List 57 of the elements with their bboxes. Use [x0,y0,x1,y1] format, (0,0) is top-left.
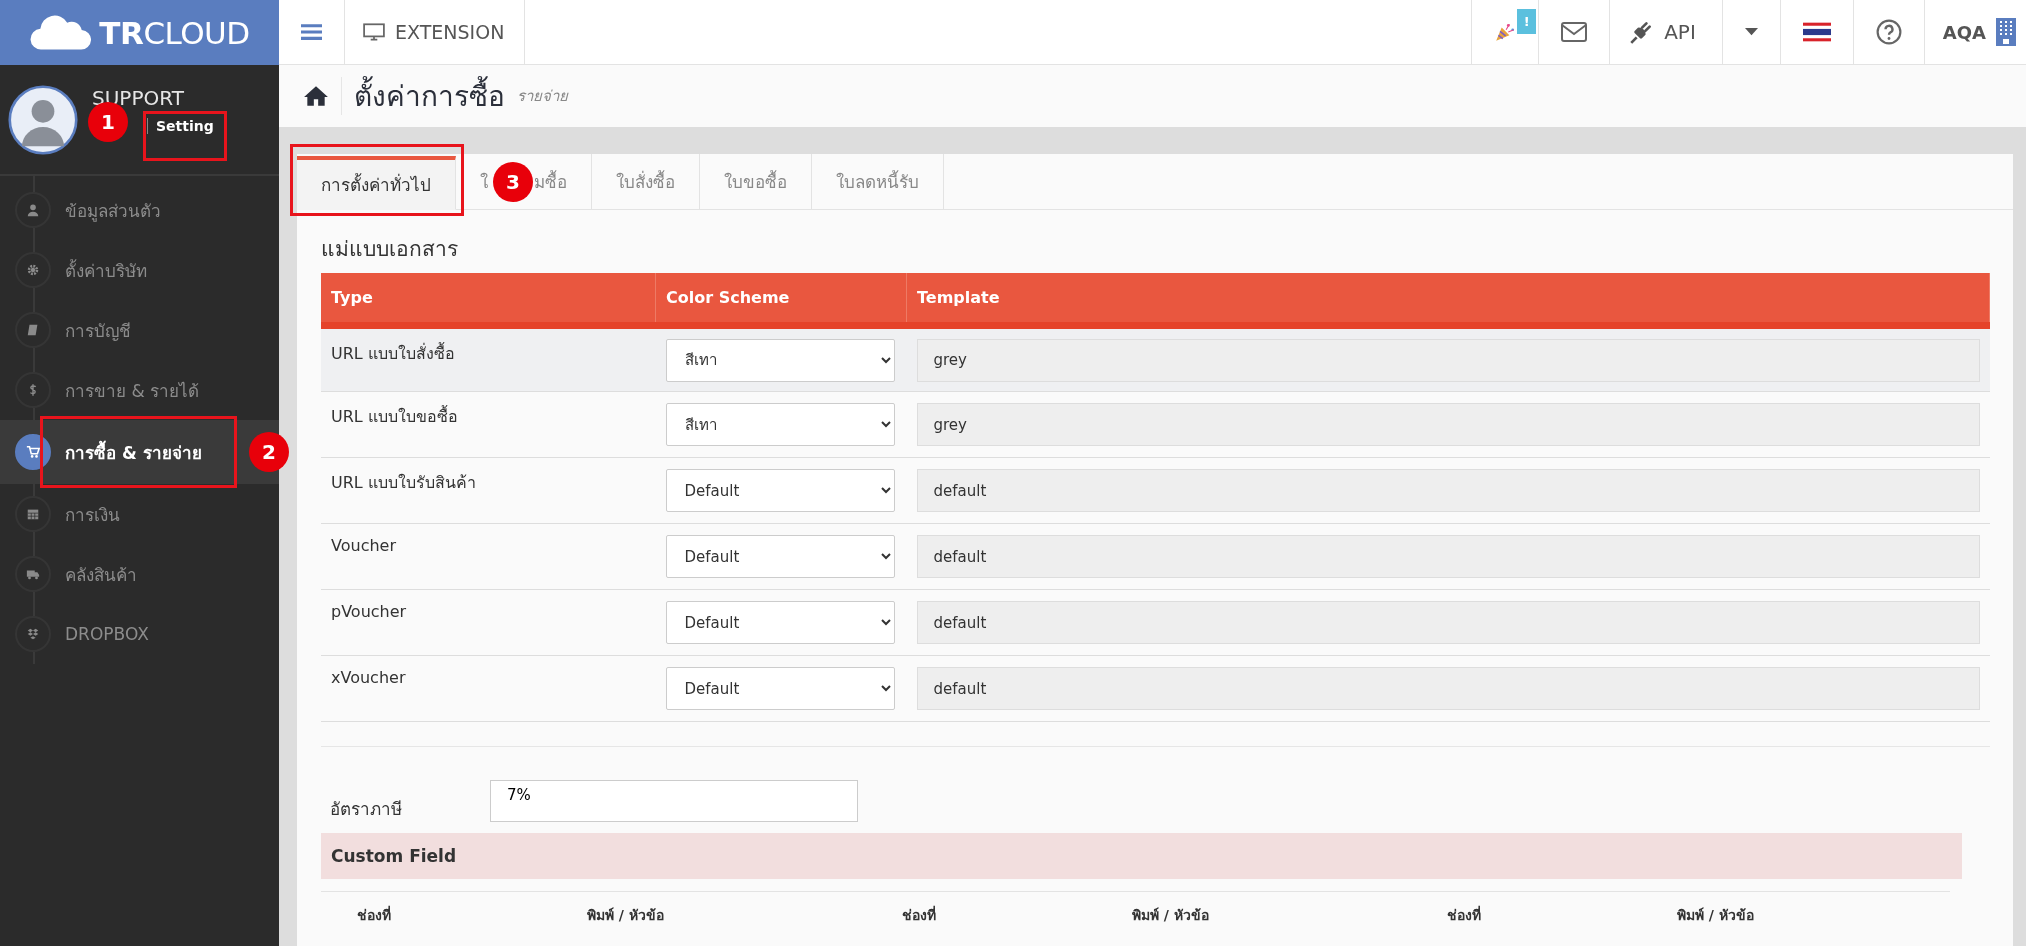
table-cell: URL แบบใบสั่งซื้อ [331,344,455,363]
menu-icon [301,23,322,41]
setting-link[interactable]: Setting [156,118,214,134]
avatar [8,84,78,155]
template-field[interactable]: default [916,601,1980,644]
tax-rate-field[interactable]: 7% [490,780,858,822]
column-header: พิมพ์ / หัวข้อ [587,906,664,925]
column-header: พิมพ์ / หัวข้อ [1677,906,1754,925]
color-scheme-select[interactable]: สีเทา [665,403,895,446]
template-field[interactable]: default [916,469,1980,512]
table-cell: xVoucher [331,668,406,687]
custom-field-header: Custom Field [321,833,1962,879]
party-popper-icon [1494,21,1517,43]
color-scheme-select[interactable]: Default [665,535,895,578]
sidebar-item[interactable]: การเงิน [0,484,279,544]
column-header: ช่องที่ [1447,904,1481,925]
color-scheme-select[interactable]: Default [665,469,895,512]
color-scheme-select[interactable]: Default [665,601,895,644]
table-cell: URL แบบใบรับสินค้า [331,473,476,492]
column-header: Type [321,273,656,326]
home-icon[interactable] [303,85,329,107]
building-icon [1996,18,2016,46]
notification-badge: ! [1517,9,1537,34]
sidebar-item[interactable]: ข้อมูลส่วนตัว [0,180,279,240]
column-header: พิมพ์ / หัวข้อ [1132,906,1209,925]
column-header: Color Scheme [655,273,907,326]
sidebar-item[interactable]: การขาย & รายได้ [0,360,279,420]
template-field[interactable]: default [916,535,1980,578]
color-scheme-select[interactable]: Default [665,667,895,710]
cart-icon [15,434,51,470]
cloud-icon [29,13,92,52]
help-icon [1875,19,1902,45]
column-header: ช่องที่ [357,904,391,925]
sidebar-item[interactable]: คลังสินค้า [0,544,279,604]
table-cell: pVoucher [331,602,407,621]
field-label: อัตราภาษี [329,797,403,821]
flag-icon [1802,22,1831,42]
sidebar-item[interactable]: DROPBOX [0,604,279,664]
sidebar-item[interactable]: ตั้งค่าบริษัท [0,240,279,300]
section-heading: แม่แบบเอกสาร [321,236,459,263]
page-subtitle: รายจ่าย [517,86,568,107]
template-field[interactable]: default [916,667,1980,710]
caret-icon [1744,27,1758,37]
table-cell: Voucher [331,536,396,555]
template-field[interactable]: grey [916,338,1980,382]
monitor-icon [363,23,385,41]
mail-icon [1561,22,1588,42]
tab[interactable]: การตั้งค่าทั่วไป [297,156,456,210]
logo-bar[interactable]: TRCLOUD [0,0,279,65]
table-cell: URL แบบใบขอซื้อ [331,407,458,426]
template-field[interactable]: grey [916,403,1980,446]
column-header: ช่องที่ [902,904,936,925]
column-header: Template [906,273,1990,326]
color-scheme-select[interactable]: สีเทา [665,338,895,382]
sidebar-item[interactable]: การบัญชี [0,300,279,360]
brand-name: TRCLOUD [99,14,250,51]
page-title: ตั้งค่าการซื้อ [354,74,505,118]
